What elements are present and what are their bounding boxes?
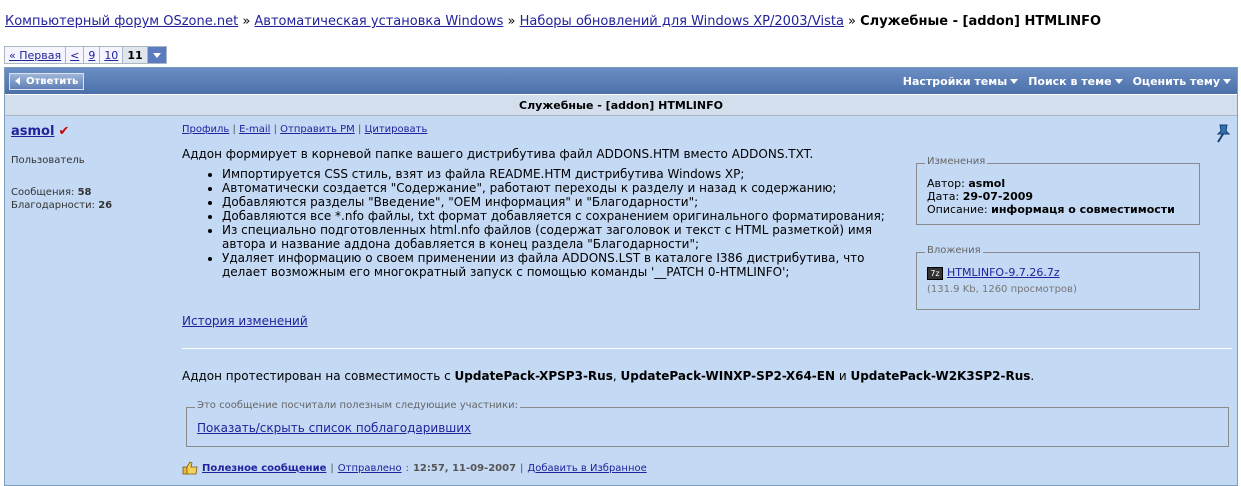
change-date: 29-07-2009 (962, 190, 1034, 203)
breadcrumb: Компьютерный форум OSzone.net » Автомати… (5, 14, 1102, 29)
pager-first[interactable]: « Первая (5, 47, 67, 63)
thread-rate-menu[interactable]: Оценить тему (1133, 75, 1231, 88)
thread-toolbar: Ответить Настройки темы Поиск в теме Оце… (5, 68, 1237, 94)
feature-list: Импортируется CSS стиль, взят из файла R… (182, 167, 902, 279)
reply-button[interactable]: Ответить (9, 72, 85, 90)
useful-post-link[interactable]: Полезное сообщение (202, 463, 326, 474)
pin-icon[interactable] (1214, 123, 1232, 143)
attachments-box: Вложения 7z HTMLINFO-9.7.26.7z (131.9 Kb,… (916, 245, 1200, 310)
chevron-down-icon (1010, 78, 1019, 84)
post-date: 12:57, 11-09-2007 (412, 462, 517, 474)
pager-page-10[interactable]: 10 (100, 47, 124, 63)
add-favorites-link[interactable]: Добавить в Избранное (527, 463, 646, 474)
pager-dropdown[interactable] (147, 47, 166, 63)
online-check-icon: ✔ (58, 124, 70, 139)
post-title: Служебные - [addon] HTMLINFO (5, 94, 1237, 116)
attachment-link[interactable]: HTMLINFO-9.7.26.7z (947, 266, 1060, 279)
chevron-down-icon (1114, 78, 1123, 84)
breadcrumb-current: Служебные - [addon] HTMLINFO (860, 14, 1102, 29)
profile-link[interactable]: Профиль (182, 124, 229, 135)
reply-arrow-icon (15, 77, 20, 85)
send-pm-link[interactable]: Отправить PM (280, 124, 355, 135)
thumbs-up-icon[interactable] (182, 461, 198, 475)
chevron-down-icon (1223, 78, 1231, 84)
sent-link[interactable]: Отправлено (338, 463, 402, 474)
thread-search-menu[interactable]: Поиск в теме (1028, 75, 1123, 88)
post-container: Ответить Настройки темы Поиск в теме Оце… (4, 67, 1238, 486)
history-link[interactable]: История изменений (182, 314, 308, 328)
changes-box: Изменения Автор: asmol Дата: 29-07-2009 … (916, 156, 1200, 225)
thread-settings-menu[interactable]: Настройки темы (903, 75, 1019, 88)
pager: « Первая < 9 10 11 (4, 46, 167, 64)
quote-link[interactable]: Цитировать (365, 124, 428, 135)
breadcrumb-link-forum[interactable]: Компьютерный форум OSzone.net (5, 14, 238, 29)
list-item: Из специально подготовленных html.nfo фа… (222, 223, 902, 251)
user-stats: Сообщения: 58 Благодарности: 26 (11, 187, 113, 211)
breadcrumb-link-update-packs[interactable]: Наборы обновлений для Windows XP/2003/Vi… (520, 14, 844, 29)
attachment-info: (131.9 Kb, 1260 просмотров) (927, 283, 1077, 295)
divider (182, 348, 1232, 349)
compatibility-text: Аддон протестирован на совместимость с U… (182, 369, 1035, 383)
list-item: Автоматически создается "Содержание", ра… (222, 181, 902, 195)
list-item: Добавляются разделы "Введение", "OEM инф… (222, 195, 902, 209)
change-author: asmol (968, 177, 1006, 190)
list-item: Удаляет информацию о своем применении из… (222, 251, 902, 279)
list-item: Добавляются все *.nfo файлы, txt формат … (222, 209, 902, 223)
toggle-thanks-link[interactable]: Показать/скрыть список поблагодаривших (197, 421, 471, 435)
archive-file-icon: 7z (927, 266, 943, 280)
pager-current-page: 11 (123, 47, 148, 63)
change-description: информаця о совместимости (991, 203, 1175, 216)
thanks-box: Это сообщение посчитали полезным следующ… (186, 400, 1229, 447)
post-content: Профиль | E-mail | Отправить PM | Цитиро… (182, 118, 1234, 475)
thread-tools: Настройки темы Поиск в теме Оценить тему (903, 75, 1231, 88)
list-item: Импортируется CSS стиль, взят из файла R… (222, 167, 902, 181)
user-role: Пользователь (11, 155, 85, 166)
breadcrumb-link-auto-install[interactable]: Автоматическая установка Windows (254, 14, 503, 29)
chevron-down-icon (152, 52, 161, 58)
pager-prev[interactable]: < (66, 47, 85, 63)
post-footer: Полезное сообщение | Отправлено: 12:57, … (182, 461, 647, 475)
user-info: asmol ✔ Пользователь Сообщения: 58 Благод… (5, 118, 177, 218)
email-link[interactable]: E-mail (239, 124, 270, 135)
pager-page-9[interactable]: 9 (84, 47, 101, 63)
post-links: Профиль | E-mail | Отправить PM | Цитиро… (182, 124, 428, 135)
username-link[interactable]: asmol (11, 124, 54, 139)
message-body: Аддон формирует в корневой папке вашего … (182, 147, 902, 279)
